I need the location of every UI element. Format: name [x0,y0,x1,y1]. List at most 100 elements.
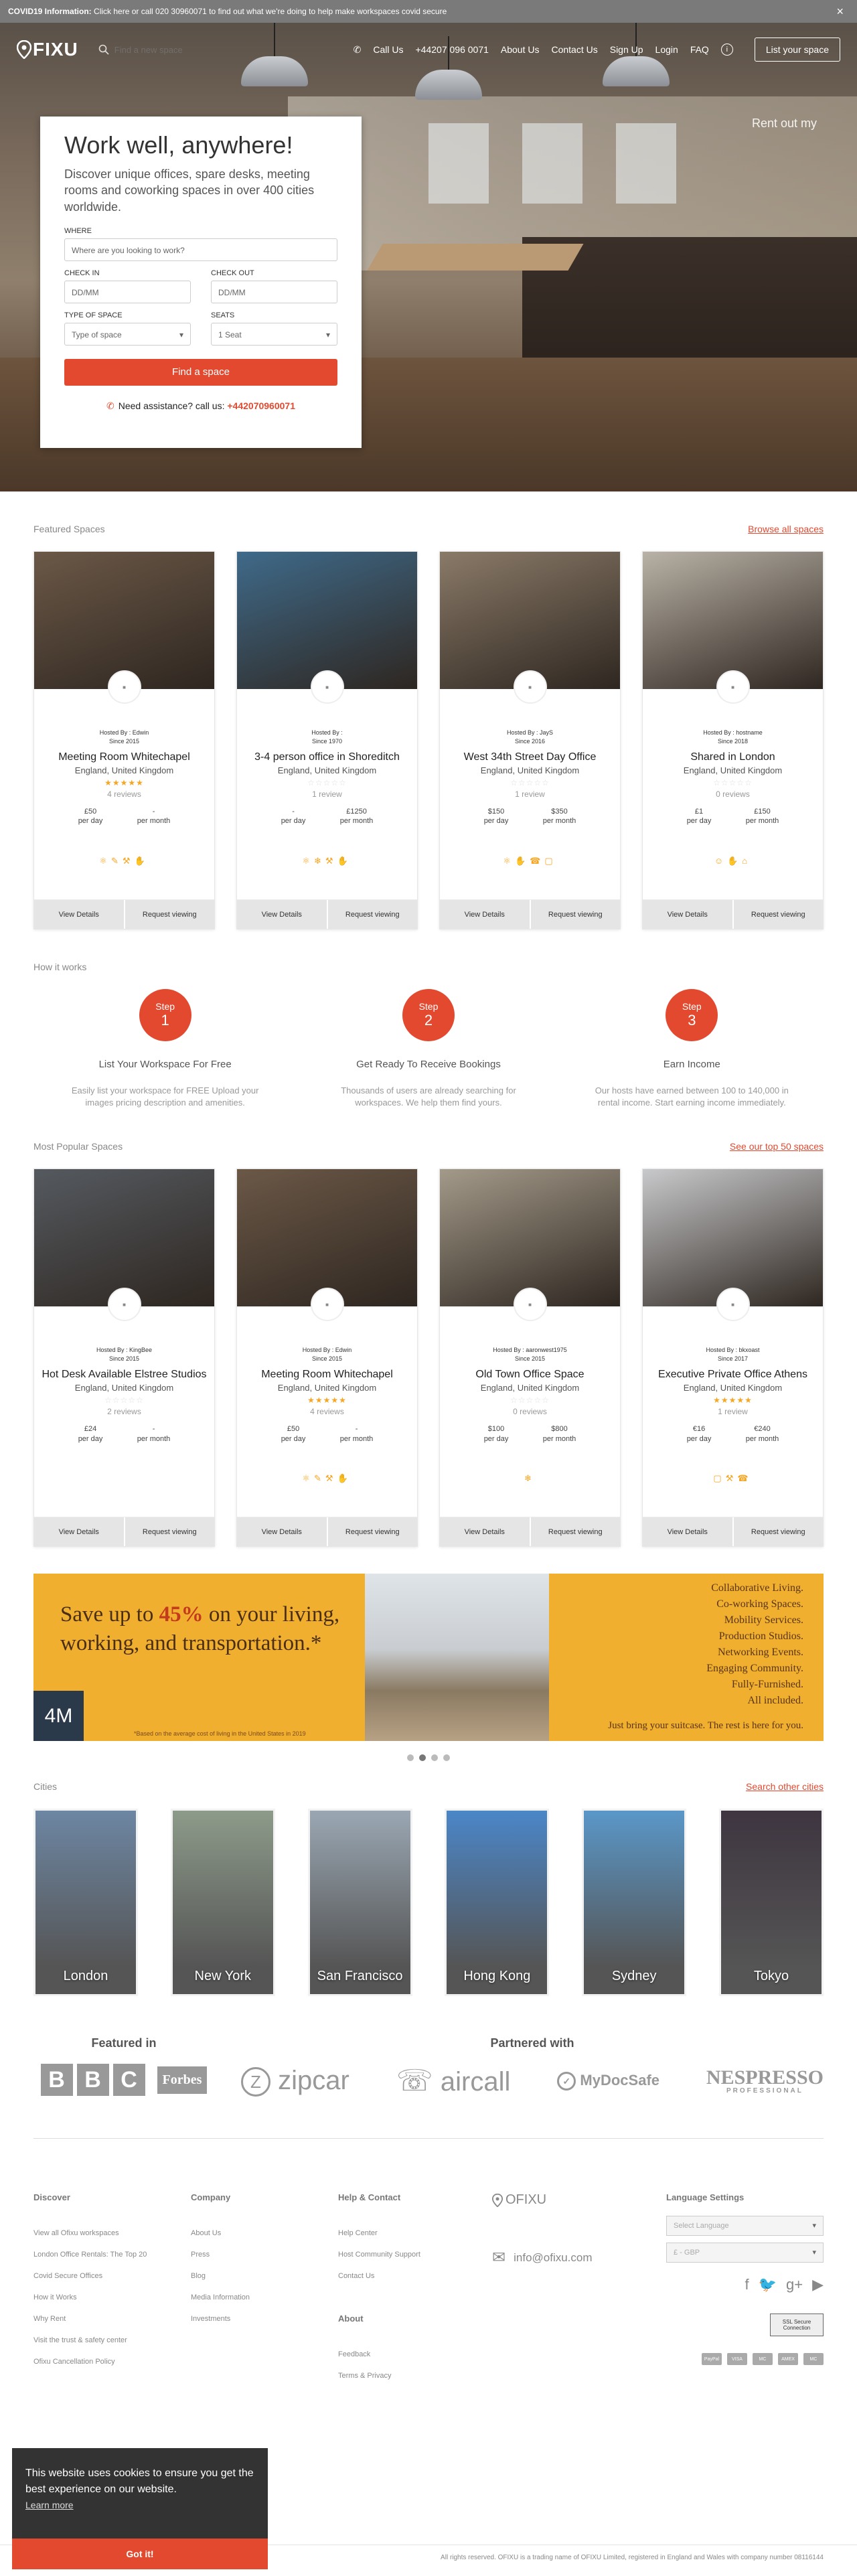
request-viewing-button[interactable]: Request viewing [326,1517,417,1547]
space-photo[interactable]: ■ [34,1169,214,1322]
space-card[interactable]: ■ Hosted By : JayS Since 2016 West 34th … [439,551,621,929]
space-card[interactable]: ■ Hosted By : aaronwest1975 Since 2015 O… [439,1168,621,1547]
close-icon[interactable]: × [836,0,844,23]
request-viewing-button[interactable]: Request viewing [529,1517,620,1547]
space-photo[interactable]: ■ [34,552,214,704]
view-details-button[interactable]: View Details [440,900,530,929]
learn-more-link[interactable]: Learn more [25,2500,74,2510]
space-title[interactable]: Meeting Room Whitechapel [237,1369,417,1381]
space-photo[interactable]: ■ [440,552,620,704]
browse-all-link[interactable]: Browse all spaces [748,524,824,534]
city-card[interactable]: New York [170,1809,275,1997]
request-viewing-button[interactable]: Request viewing [123,1517,214,1547]
view-details-button[interactable]: View Details [237,900,327,929]
view-details-button[interactable]: View Details [643,1517,732,1547]
nav-link-login[interactable]: Login [655,44,678,55]
footer-link[interactable]: Press [191,2251,338,2259]
city-card[interactable]: Hong Kong [445,1809,550,1997]
view-details-button[interactable]: View Details [237,1517,327,1547]
footer-link[interactable]: How it Works [33,2293,191,2301]
footer-link[interactable]: Terms & Privacy [338,2372,492,2380]
review-count[interactable]: 1 review [237,789,417,799]
space-title[interactable]: Executive Private Office Athens [643,1369,823,1381]
footer-link[interactable]: Contact Us [338,2272,492,2280]
view-details-button[interactable]: View Details [643,900,732,929]
view-details-button[interactable]: View Details [440,1517,530,1547]
review-count[interactable]: 4 reviews [237,1407,417,1416]
review-count[interactable]: 4 reviews [34,789,214,799]
footer-link[interactable]: Covid Secure Offices [33,2272,191,2280]
space-title[interactable]: Shared in London [643,751,823,763]
footer-link[interactable]: Feedback [338,2350,492,2358]
type-select[interactable]: Type of space [64,322,191,346]
info-icon[interactable]: i [720,44,733,56]
space-photo[interactable]: ■ [643,1169,823,1322]
space-title[interactable]: West 34th Street Day Office [440,751,620,763]
twitter-icon[interactable]: 🐦 [759,2276,777,2293]
footer-link[interactable]: View all Ofixu workspaces [33,2229,191,2237]
seats-select[interactable]: 1 Seat [211,322,337,346]
city-card[interactable]: Tokyo [718,1809,824,1997]
assist-phone[interactable]: +442070960071 [227,400,295,411]
logo[interactable]: FIXU [17,39,78,60]
footer-link[interactable]: About Us [191,2229,338,2237]
checkin-input[interactable]: DD/MM [64,280,191,303]
footer-link[interactable]: Ofixu Cancellation Policy [33,2358,191,2366]
request-viewing-button[interactable]: Request viewing [123,900,214,929]
city-card[interactable]: London [33,1809,138,1997]
request-viewing-button[interactable]: Request viewing [326,900,417,929]
footer-link[interactable]: London Office Rentals: The Top 20 [33,2251,191,2259]
covid-text[interactable]: Click here or call 020 30960071 to find … [92,7,447,16]
carousel-dot[interactable] [443,1754,450,1762]
top-50-link[interactable]: See our top 50 spaces [730,1141,824,1152]
review-count[interactable]: 2 reviews [34,1407,214,1416]
checkout-input[interactable]: DD/MM [211,280,337,303]
city-card[interactable]: Sydney [582,1809,687,1997]
google-plus-icon[interactable]: g+ [786,2276,803,2293]
nav-link-signup[interactable]: Sign Up [610,44,643,55]
footer-link[interactable]: Blog [191,2272,338,2280]
footer-email[interactable]: ✉ info@ofixu.com [492,2248,666,2267]
space-card[interactable]: ■ Hosted By : KingBee Since 2015 Hot Des… [33,1168,215,1547]
footer-link[interactable]: Help Center [338,2229,492,2237]
search-cities-link[interactable]: Search other cities [746,1781,824,1792]
where-input[interactable]: Where are you looking to work? [64,238,337,261]
list-space-button[interactable]: List your space [754,37,840,62]
youtube-icon[interactable]: ▶ [812,2276,824,2293]
footer-logo[interactable]: OFIXU [492,2192,666,2208]
carousel-dot[interactable] [431,1754,438,1762]
space-card[interactable]: ■ Hosted By : Edwin Since 2015 Meeting R… [236,1168,418,1547]
space-card[interactable]: ■ Hosted By : bkxoast Since 2017 Executi… [642,1168,824,1547]
nav-link-about[interactable]: About Us [501,44,540,55]
search-input[interactable] [114,44,222,55]
review-count[interactable]: 1 review [440,789,620,799]
currency-select[interactable]: £ - GBP [666,2243,824,2263]
request-viewing-button[interactable]: Request viewing [732,900,823,929]
space-title[interactable]: 3-4 person office in Shoreditch [237,751,417,763]
city-card[interactable]: San Francisco [307,1809,412,1997]
language-select[interactable]: Select Language [666,2216,824,2237]
space-photo[interactable]: ■ [440,1169,620,1322]
footer-link[interactable]: Visit the trust & safety center [33,2336,191,2344]
nav-search[interactable] [98,44,222,55]
space-title[interactable]: Old Town Office Space [440,1369,620,1381]
carousel-dot[interactable] [407,1754,414,1762]
call-us-label[interactable]: Call Us [373,44,403,55]
footer-link[interactable]: Media Information [191,2293,338,2301]
view-details-button[interactable]: View Details [34,1517,124,1547]
nav-link-faq[interactable]: FAQ [690,44,709,55]
space-photo[interactable]: ■ [643,552,823,704]
review-count[interactable]: 0 reviews [440,1407,620,1416]
space-photo[interactable]: ■ [237,552,417,704]
facebook-icon[interactable]: f [745,2276,749,2293]
review-count[interactable]: 0 reviews [643,789,823,799]
phone-number[interactable]: +44207 096 0071 [416,44,489,55]
find-space-button[interactable]: Find a space [64,358,337,386]
footer-link[interactable]: Why Rent [33,2315,191,2323]
carousel-dot-active[interactable] [419,1754,426,1762]
space-card[interactable]: ■ Hosted By : Since 1970 3-4 person offi… [236,551,418,929]
space-title[interactable]: Hot Desk Available Elstree Studios [34,1369,214,1381]
space-card[interactable]: ■ Hosted By : Edwin Since 2015 Meeting R… [33,551,215,929]
covid-banner[interactable]: COVID19 Information: Click here or call … [0,0,857,23]
request-viewing-button[interactable]: Request viewing [529,900,620,929]
